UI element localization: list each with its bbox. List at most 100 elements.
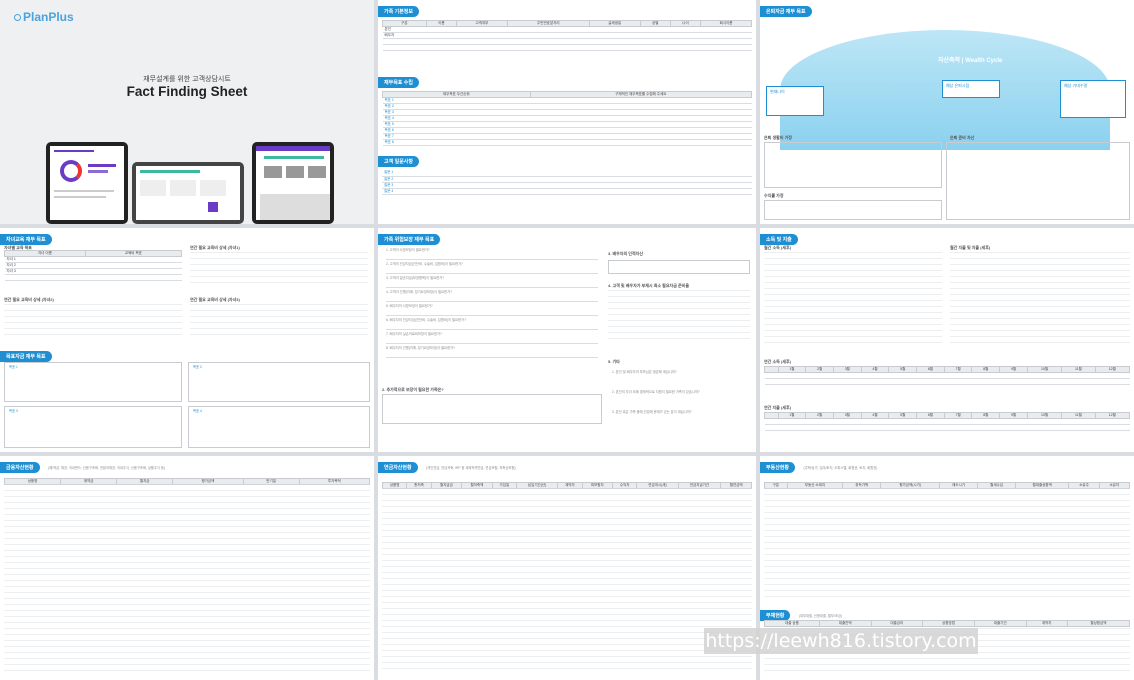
list-item: 4. 고객이 간병(치매, 장기요양보장)이 필요한가? (386, 289, 598, 302)
annual-expense-heading: 연간 지출 (세후) (764, 405, 791, 410)
cover-page: PlanPlus 재무설계를 위한 고객상담시트 Fact Finding Sh… (0, 0, 374, 224)
list-item: 7. 배우자의 실손의료비보장이 필요한가? (386, 331, 598, 344)
cover-title: Fact Finding Sheet (126, 84, 248, 99)
pension-section-tag: 연금자산현황 (378, 462, 418, 473)
return-assumption-heading: 수익률 가정 (764, 193, 784, 198)
debt-table: 대출 상품 대출잔액 대출금리 상환방법 대출기간 계약자 월상환금액 (764, 620, 1131, 627)
target-card-3: 목표 3 (4, 406, 182, 448)
assets-rows (4, 484, 370, 676)
insurance-section-tag: 가족 위험보장 재무 목표 (378, 234, 441, 245)
edu-detail-2-lines (4, 304, 182, 340)
edu-detail-1-lines (190, 252, 368, 288)
target-section-tag: 목표자금 재무 목표 (0, 351, 52, 362)
family-section-tag: 가족 기본정보 (378, 6, 419, 17)
list-item: 8. 배우자의 간병(치매, 장기요양보장)이 필요한가? (386, 345, 598, 358)
logo-mark-icon (14, 14, 21, 21)
retire-living-heading: 은퇴 생활비 가정 (764, 135, 792, 140)
retire-asset-heading: 은퇴 준비 자산 (950, 135, 975, 140)
retire-living-box (764, 142, 942, 188)
table-row (764, 378, 1130, 385)
pension-rows (382, 488, 752, 674)
insurance-q3: 3. 배우자의 인적자산 (608, 251, 643, 256)
target-card-1: 목표 1 (4, 362, 182, 402)
edu-section-tag: 자녀교육 재무 목표 (0, 234, 52, 245)
list-item: 3. 고객이 일순자금(보장항목)이 필요한가? (386, 275, 598, 288)
list-item: 6. 배우자의 건강자금(진단비, 수술비, 입원비)이 필요한가? (386, 317, 598, 330)
callout-text: 현재나이 (770, 89, 785, 94)
tablet-mockup-left (46, 142, 128, 224)
planplus-logo: PlanPlus (14, 10, 74, 24)
col-header: 대출금리 (870, 620, 924, 627)
monthly-expense-heading: 월간 지출 및 지출 (세후) (950, 245, 991, 250)
debt-note: (대부대출, 신용대출, 할부/조금) (798, 614, 843, 618)
goals-section-tag: 재무목표 수립 (378, 77, 419, 88)
watermark: https://leewh816.tistory.com (704, 628, 978, 654)
edu-sub2: 연간 필요 교육비 상세 (자녀1) (190, 245, 240, 250)
annual-expense-table: 1월 2월 3월 4월 5월 6월 7월 8월 9월 10월 11월 12월 (764, 412, 1131, 431)
card-label: 목표 1 (9, 365, 18, 369)
retirement-page: 은퇴자금 재무 목표 자산축적 | Wealth Cycle 현재나이 예상 은… (760, 0, 1134, 224)
cashflow-section-tag: 소득 및 지출 (760, 234, 798, 245)
col-header: 월상환금액 (1066, 620, 1131, 627)
wealth-section-tag: 은퇴자금 재무 목표 (760, 6, 812, 17)
realestate-rows (764, 488, 1130, 598)
col-header: 상환방법 (922, 620, 975, 627)
pension-page: 연금자산현황 (개인연금, 연금저축, IRP 등 세제적격연금, 연금보험, … (378, 456, 756, 680)
target-card-2: 목표 2 (188, 362, 370, 402)
readiness-lines (608, 290, 750, 344)
callout-current-age: 현재나이 (766, 86, 824, 116)
col-header: 계약자 (1025, 620, 1068, 627)
card-label: 목표 4 (193, 409, 202, 413)
list-item: 2. 고객의 건강자금(진단비, 수술비, 입원비)이 필요한가? (386, 261, 598, 274)
row-label: 목표 8 (382, 139, 531, 146)
insurance-q5: 5. 기타 (608, 359, 620, 364)
tablet-mockup-center (132, 162, 244, 224)
pension-note: (개인연금, 연금저축, IRP 등 세제적격연금, 연금보험, 저축성보험) (426, 466, 516, 470)
assets-section-tag: 금융자산현황 (0, 462, 40, 473)
annual-income-heading: 연간 소득 (세후) (764, 359, 791, 364)
wealth-cycle-label: 자산축적 | Wealth Cycle (938, 58, 1003, 64)
questions-table: 질문 1 질문 2 질문 3 질문 4 (382, 170, 752, 195)
financial-assets-page: 금융자산현황 (예/적금, 채권, 국내펀드, 신용구조화, 전환국채권, 국내… (0, 456, 374, 680)
logo-text: PlanPlus (23, 10, 74, 24)
realestate-section-tag: 부동산현황 (760, 462, 796, 473)
list-item: 3. 본인 혹은 가족 중에 건강에 문제가 있는 분이 계십니까? (612, 410, 692, 414)
insurance-question-list: 1. 고객이 사망보장이 필요한가? 2. 고객의 건강자금(진단비, 수술비,… (382, 246, 602, 359)
family-goals-page: 가족 기본정보 구분 이름 고객여부 주민번호앞자리 실제생일 성별 나이 회사… (378, 0, 756, 224)
col-header: 대출기간 (973, 620, 1027, 627)
goals-table: 재무목표 우선순위 구체적인 재무목표를 수립해 주세요 목표 1 목표 2 목표… (382, 91, 753, 146)
income-expense-page: 소득 및 지출 월간 소득 (세후) 월간 지출 및 지출 (세후) 연간 소득… (760, 228, 1134, 452)
callout-retire-age: 예상 은퇴시점 (942, 80, 1000, 98)
table-row (764, 424, 1130, 431)
list-item: 5. 배우자의 사망보장이 필요한가? (386, 303, 598, 316)
edu-child-table: 자녀 이름 교육비 목표 자녀 1 자녀 2 자녀 3 (4, 250, 183, 281)
list-item: 2. 본인의 자녀 외에 경제적으로 지원이 필요한 가족이 있습니까? (612, 390, 700, 394)
card-label: 목표 2 (193, 365, 202, 369)
edu-detail-3-lines (190, 304, 368, 340)
family-table: 구분 이름 고객여부 주민번호앞자리 실제생일 성별 나이 회사이름 본인 배우… (382, 20, 752, 51)
edu-sub4: 연간 필요 교육비 상세 (자녀3) (190, 297, 240, 302)
monthly-income-heading: 월간 소득 (세후) (764, 245, 791, 250)
edu-sub3: 연간 필요 교육비 상세 (자녀2) (4, 297, 54, 302)
tablet-mockup-right (252, 142, 334, 224)
list-item: 1. 고객이 사망보장이 필요한가? (386, 247, 598, 260)
table-row: 질문 4 (382, 188, 752, 195)
family-coverage-box (382, 394, 602, 424)
col-header: 대출잔액 (818, 620, 872, 627)
highlight-tile (208, 202, 218, 212)
callout-text: 예상 기대수명 (1064, 83, 1088, 88)
col-header: 대출 상품 (764, 620, 820, 627)
table-row (4, 274, 182, 281)
card-label: 목표 3 (9, 409, 18, 413)
table-row: 목표 8 (382, 139, 752, 146)
insurance-page: 가족 위험보장 재무 목표 1. 고객이 사망보장이 필요한가? 2. 고객의 … (378, 228, 756, 452)
monthly-income-lines (764, 252, 942, 348)
insurance-q4: 4. 고객 및 배우자가 부재시 최소 필요자금 준비율 (608, 283, 690, 288)
spouse-asset-box (608, 260, 750, 274)
questions-section-tag: 고객 일문사항 (378, 156, 419, 167)
target-card-4: 목표 4 (188, 406, 370, 448)
assets-note: (예/적금, 채권, 국내펀드, 신용구조화, 전환국채권, 국내주식, 신용구… (48, 466, 166, 470)
callout-life-expectancy: 예상 기대수명 (1060, 80, 1126, 118)
chart-donut-icon (60, 160, 82, 182)
cover-subtitle: 재무설계를 위한 고객상담시트 (143, 76, 231, 83)
